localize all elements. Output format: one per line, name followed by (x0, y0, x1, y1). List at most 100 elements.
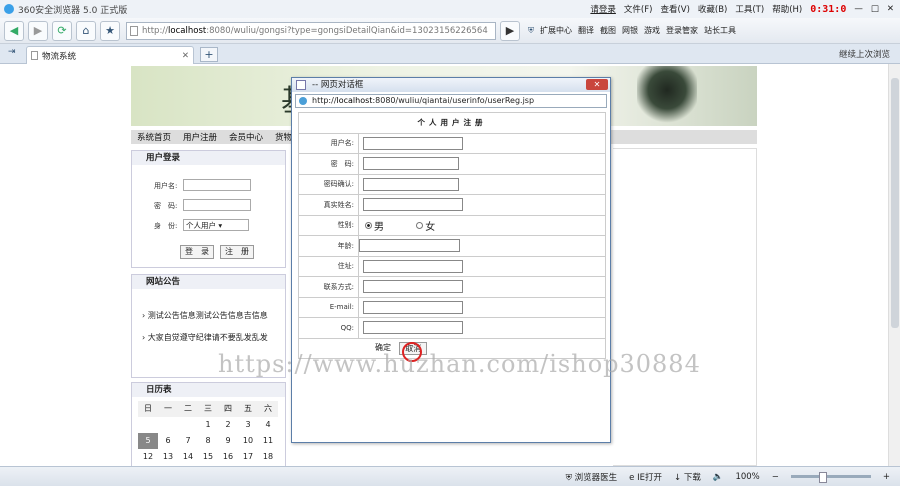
reg-username-input[interactable] (363, 136, 463, 150)
menu-tools[interactable]: 工具(T) (735, 3, 764, 15)
calendar-day[interactable] (178, 417, 198, 433)
address-bar[interactable]: http://localhost:8080/wuliu/gongsi?type=… (126, 21, 496, 40)
password-label: 密 码: (154, 202, 178, 210)
menu-file[interactable]: 文件(F) (624, 3, 653, 15)
nav-member[interactable]: 会员中心 (223, 131, 269, 143)
toolbar-login-manager[interactable]: 登录管家 (666, 25, 698, 36)
nav-home[interactable]: 系统首页 (131, 131, 177, 143)
login-link[interactable]: 请登录 (590, 3, 616, 15)
calendar-day[interactable]: 18 (258, 449, 278, 465)
page-icon (130, 25, 138, 36)
download-button[interactable]: ↓ 下载 (674, 471, 701, 483)
back-button[interactable]: ◀ (4, 20, 24, 41)
calendar-day[interactable] (138, 417, 158, 433)
speaker-icon[interactable]: 🔈 (713, 472, 724, 482)
nav-register[interactable]: 用户注册 (177, 131, 223, 143)
toolbar-translate[interactable]: 翻译 (578, 25, 594, 36)
calendar-day[interactable]: 16 (218, 449, 238, 465)
calendar-day-today[interactable]: 5 (138, 433, 158, 449)
username-input[interactable] (183, 179, 251, 191)
notice-item[interactable]: › 测试公告信息测试公告信息吉信息 (142, 305, 277, 327)
zoom-in-button[interactable]: + (883, 472, 890, 482)
dialog-page-icon (296, 80, 306, 90)
restore-session-button[interactable]: 继续上次浏览 (839, 48, 890, 60)
role-select[interactable]: 个人用户 ▾ (183, 219, 249, 231)
password-input[interactable] (183, 199, 251, 211)
reg-realname-input[interactable] (363, 198, 463, 212)
play-icon: ▶ (505, 24, 515, 37)
close-window-button[interactable]: ✕ (887, 4, 894, 14)
login-box: 用户登录 用户名: 密 码: 身 份: 个人用户 ▾ 登 录 注 册 (131, 150, 286, 268)
reg-age-input[interactable] (359, 239, 460, 253)
refresh-icon: ⟳ (57, 24, 67, 37)
minimize-button[interactable]: — (854, 4, 863, 14)
arrow-left-icon: ◀ (9, 24, 19, 37)
browser-doctor-button[interactable]: ⛨ 浏览器医生 (566, 471, 618, 483)
calendar-day[interactable]: 2 (218, 417, 238, 433)
calendar-day[interactable]: 9 (218, 433, 238, 449)
field-label: 密 码: (298, 153, 359, 175)
notice-item[interactable]: › 大家自觉遵守纪律请不要乱发乱发 (142, 327, 277, 349)
zoom-out-button[interactable]: − (772, 472, 779, 482)
clock: 0:31:0 (810, 3, 847, 15)
toolbar-webmaster[interactable]: 站长工具 (704, 25, 736, 36)
right-column (613, 148, 757, 466)
dialog-url: http://localhost:8080/wuliu/qiantai/user… (312, 96, 535, 105)
calendar-day[interactable]: 14 (178, 449, 198, 465)
calendar-day[interactable]: 13 (158, 449, 178, 465)
zoom-slider[interactable] (790, 472, 871, 483)
toolbar-bank[interactable]: 网银 (622, 25, 638, 36)
menu-view[interactable]: 查看(V) (660, 3, 689, 15)
gender-male-radio[interactable] (365, 221, 372, 229)
calendar-day[interactable]: 4 (258, 417, 278, 433)
calendar-day[interactable]: 7 (178, 433, 198, 449)
calendar-day[interactable]: 11 (258, 433, 278, 449)
home-button[interactable]: ⌂ (76, 20, 96, 41)
page-scrollbar[interactable] (888, 64, 900, 466)
calendar-day[interactable]: 1 (198, 417, 218, 433)
calendar-day[interactable]: 12 (138, 449, 158, 465)
register-heading: 个人用户注册 (298, 112, 606, 134)
maximize-button[interactable]: □ (871, 4, 879, 14)
menu-help[interactable]: 帮助(H) (772, 3, 802, 15)
ie-open-button[interactable]: e IE打开 (629, 471, 662, 483)
login-button[interactable]: 登 录 (180, 245, 214, 259)
register-button[interactable]: 注 册 (220, 245, 254, 259)
reg-email-input[interactable] (363, 300, 463, 314)
reg-password-confirm-input[interactable] (363, 177, 459, 191)
refresh-button[interactable]: ⟳ (52, 20, 72, 41)
go-button[interactable]: ▶ (500, 20, 520, 41)
reg-address-input[interactable] (363, 259, 463, 273)
calendar-day[interactable]: 6 (158, 433, 178, 449)
gender-female-radio[interactable] (416, 221, 424, 229)
calendar-day[interactable]: 8 (198, 433, 218, 449)
calendar-grid: 日 一 二 三 四 五 六 1 2 3 4 5 6 7 8 9 10 11 12… (132, 397, 285, 466)
toolbar-screenshot[interactable]: 截图 (600, 25, 616, 36)
calendar-day[interactable]: 17 (238, 449, 258, 465)
dialog-close-button[interactable]: ✕ (586, 79, 608, 90)
tab-logistics[interactable]: 物流系统 ✕ (26, 46, 194, 64)
zoom-level[interactable]: 100% (735, 472, 759, 482)
new-tab-button[interactable]: + (200, 47, 218, 62)
shield-icon[interactable]: ⛨ (528, 26, 534, 36)
menu-favorites[interactable]: 收藏(B) (698, 3, 727, 15)
page-icon (31, 51, 38, 60)
favorite-button[interactable]: ★ (100, 20, 120, 41)
toolbar-games[interactable]: 游戏 (644, 25, 660, 36)
scrollbar-thumb[interactable] (891, 78, 899, 328)
close-tab-icon[interactable]: ✕ (182, 51, 189, 61)
weekday: 一 (158, 401, 178, 417)
forward-button[interactable]: ▶ (28, 20, 48, 41)
reg-qq-input[interactable] (363, 321, 463, 335)
calendar-day[interactable]: 15 (198, 449, 218, 465)
calendar-day[interactable]: 3 (238, 417, 258, 433)
weekday: 六 (258, 401, 278, 417)
field-label: 联系方式: (298, 276, 359, 298)
calendar-day[interactable] (158, 417, 178, 433)
sidebar-toggle-icon[interactable]: ⇥ (8, 47, 16, 57)
calendar-day[interactable]: 10 (238, 433, 258, 449)
reg-password-input[interactable] (363, 157, 459, 171)
toolbar-extensions[interactable]: 扩展中心 (540, 25, 572, 36)
address-text: http://localhost:8080/wuliu/gongsi?type=… (142, 25, 488, 36)
reg-contact-input[interactable] (363, 280, 463, 294)
